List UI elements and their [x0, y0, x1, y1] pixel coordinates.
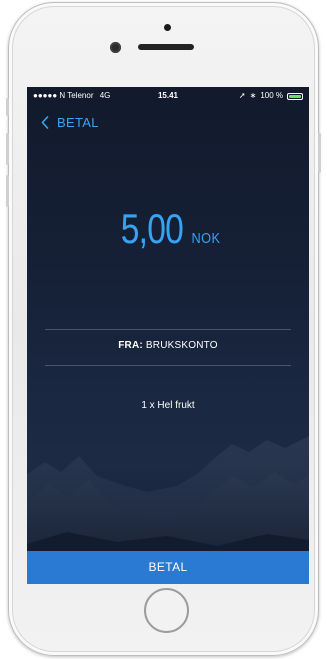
mute-switch: [6, 98, 9, 116]
chevron-left-icon: [41, 115, 49, 129]
battery-percent: 100 %: [260, 91, 283, 100]
divider-bottom: [45, 365, 291, 366]
location-icon: ➚: [238, 91, 246, 100]
power-button: [318, 133, 321, 173]
amount-currency: NOK: [191, 230, 221, 247]
earpiece-speaker: [138, 44, 194, 50]
from-label: FRA:: [118, 340, 143, 351]
purchase-item: 1 x Hel frukt: [141, 400, 195, 411]
back-button-label: BETAL: [57, 114, 99, 130]
battery-icon: [287, 92, 303, 100]
navigation-bar: BETAL: [27, 109, 309, 135]
front-camera: [110, 42, 121, 53]
payment-amount: 5,00 NOK: [27, 205, 309, 253]
proximity-sensor: [164, 24, 171, 31]
volume-up-button: [6, 133, 9, 165]
amount-value: 5,00: [120, 205, 184, 252]
status-bar: ●●●●● N Telenor 4G 15.41 ➚ ∗ 100 %: [27, 87, 309, 105]
bluetooth-icon: ∗: [249, 91, 257, 100]
divider-top: [45, 329, 291, 330]
back-button[interactable]: BETAL: [41, 111, 99, 133]
app-screen: ●●●●● N Telenor 4G 15.41 ➚ ∗ 100 % BETAL…: [27, 87, 309, 584]
home-button[interactable]: [144, 588, 189, 633]
pay-button[interactable]: BETAL: [27, 551, 309, 584]
status-indicators: ➚ ∗ 100 %: [239, 87, 303, 105]
from-account-row: FRA: BRUKSKONTO: [27, 340, 309, 351]
from-account-name: BRUKSKONTO: [145, 340, 218, 351]
volume-down-button: [6, 175, 9, 207]
